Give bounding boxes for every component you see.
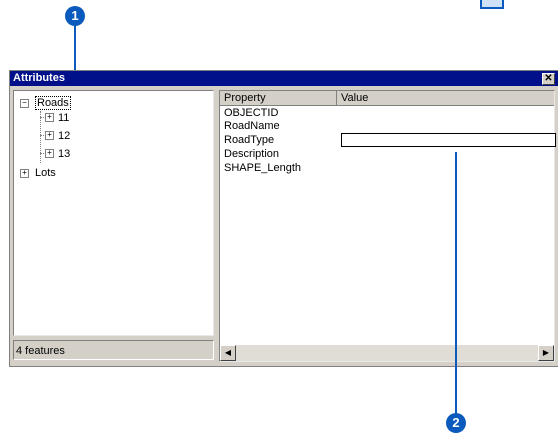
tree-connector — [40, 111, 41, 163]
window-titlebar: Attributes ✕ — [10, 71, 558, 86]
column-header-value[interactable]: Value — [337, 91, 554, 106]
property-row-shape-length[interactable]: SHAPE_Length — [224, 162, 301, 175]
tree-item-lots[interactable]: Lots — [35, 166, 56, 180]
expand-11-icon[interactable]: + — [45, 113, 54, 122]
property-row-roadtype[interactable]: RoadType — [224, 134, 274, 147]
callout-2-leader — [455, 152, 457, 414]
attribute-grid: Property Value OBJECTID RoadName RoadTyp… — [219, 90, 556, 362]
tree-item-12[interactable]: 12 — [58, 129, 70, 143]
tree-item-13[interactable]: 13 — [58, 147, 70, 161]
attributes-window: Attributes ✕ − Roads + 11 + 12 + 13 + Lo… — [9, 70, 558, 367]
property-row-objectid[interactable]: OBJECTID — [224, 107, 278, 120]
callout-2-badge: 2 — [446, 413, 466, 433]
expand-12-icon[interactable]: + — [45, 131, 54, 140]
scroll-left-icon[interactable]: ◀ — [220, 345, 236, 361]
scroll-right-icon[interactable]: ▶ — [538, 345, 554, 361]
tree-item-11[interactable]: 11 — [58, 111, 69, 125]
expand-13-icon[interactable]: + — [45, 149, 54, 158]
callout-1-badge: 1 — [65, 6, 85, 26]
roadtype-value-input[interactable] — [341, 133, 556, 147]
horizontal-scrollbar[interactable]: ◀ ▶ — [220, 345, 554, 361]
cropped-toolbar-icon — [480, 0, 504, 9]
collapse-roads-icon[interactable]: − — [20, 99, 29, 108]
window-title: Attributes — [13, 72, 65, 84]
property-row-description[interactable]: Description — [224, 148, 279, 161]
tree-item-roads[interactable]: Roads — [35, 96, 71, 110]
tree-item-roads-label: Roads — [35, 96, 71, 110]
expand-lots-icon[interactable]: + — [20, 169, 29, 178]
close-icon[interactable]: ✕ — [542, 73, 555, 85]
feature-count-status: 4 features — [13, 340, 214, 360]
column-header-property[interactable]: Property — [220, 91, 337, 106]
property-row-roadname[interactable]: RoadName — [224, 120, 280, 133]
feature-tree: − Roads + 11 + 12 + 13 + Lots — [13, 90, 214, 336]
